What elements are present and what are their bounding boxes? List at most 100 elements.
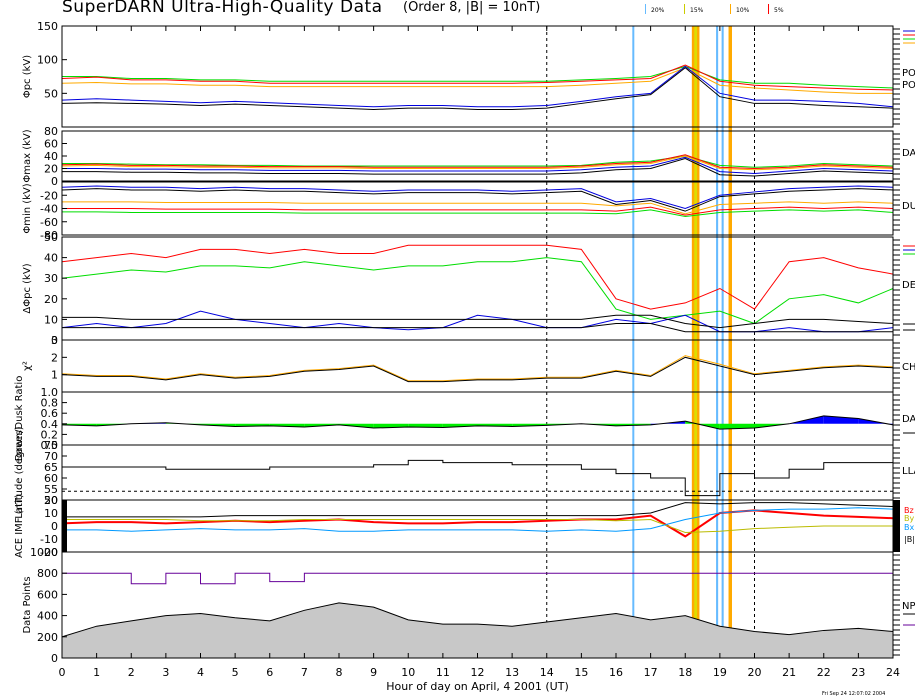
y-axis-label: Φpc (kV) [22,55,33,98]
panel-2: -20-40-60-80Φmin (kV) [22,181,900,242]
panel-frame [61,130,894,182]
series-black [62,459,893,497]
panel-frame [61,499,894,553]
y-tick-label: 50 [44,231,58,244]
highlight-band [721,26,724,658]
right-label: DE [902,280,915,291]
panel-frame [61,25,894,128]
x-tick-label: 12 [471,666,485,679]
x-tick-label: 22 [817,666,831,679]
x-tick-label: 2 [128,666,135,679]
y-tick-label: 200 [37,631,58,644]
x-tick-label: 7 [301,666,308,679]
imf-right-block [893,500,900,552]
x-tick-label: 11 [436,666,450,679]
panel-frame [61,444,894,501]
right-label: DAY [902,148,915,159]
x-tick-label: 23 [851,666,865,679]
y-tick-label: 1000 [30,546,58,559]
series-blue [61,185,894,210]
y-tick-label: 0 [51,520,58,533]
y-axis-label: ΔΦpc (kV) [22,263,33,313]
series-red [61,244,894,310]
highlight-band [716,26,719,658]
y-tick-label: 10 [44,507,58,520]
y-axis-label: Data Points [22,576,33,633]
series-black [61,415,894,430]
highlight-band [632,26,635,658]
x-tick-label: 6 [266,666,273,679]
y-tick-label: 0 [51,652,58,665]
x-tick-label: 14 [540,666,554,679]
panel-8: 1000 800 600 400 200 0 Data Points [22,546,900,665]
y-tick-label: -20 [40,189,58,202]
right-label: |B| [904,535,915,544]
y-axis-label: ACE IMF (nT) [14,494,25,558]
x-tick-label: 13 [505,666,519,679]
panel-7: 20100-10-20ACE IMF (nT) [14,494,900,559]
y-tick-label: -10 [40,533,58,546]
x-tick-label: 1 [93,666,100,679]
y-tick-label: 40 [44,150,58,163]
x-tick-label: 24 [886,666,900,679]
series-Bz [61,509,894,538]
panel-frame [61,339,894,393]
right-label: Bx [904,523,914,532]
x-tick-label: 5 [232,666,239,679]
panel-6: 757065605550Latitude (degrees) [14,426,900,519]
x-tick-label: 15 [574,666,588,679]
panel-3: 50403020100ΔΦpc (kV) [22,231,900,347]
y-tick-label: 3 [51,334,58,347]
panel-4: 3 2 1 χ² [22,334,900,393]
right-label: By [904,514,914,523]
y-tick-label: 100 [37,54,58,67]
series-black-upper [62,314,894,329]
x-tick-label: 0 [59,666,66,679]
highlight-band [728,26,732,658]
y-tick-label: 20 [44,494,58,507]
y-tick-label: 1 [51,369,58,382]
x-tick-label: 9 [370,666,377,679]
y-tick-label: 50 [44,87,58,100]
x-tick-label: 21 [782,666,796,679]
series-black [61,356,894,383]
highlight-band [694,26,698,658]
x-axis-label: Hour of day on April, 4 2001 (UT) [386,680,569,693]
y-tick-label: 0 [51,175,58,188]
y-tick-label: 20 [44,163,58,176]
x-tick-label: 4 [197,666,204,679]
panel-5: 1.00.80.60.40.20.0Dawn/Dusk Ratio [14,376,900,461]
right-label: NP [902,601,915,612]
y-tick-label: 10 [44,313,58,326]
y-tick-label: 600 [37,588,58,601]
y-tick-label: 150 [37,20,58,33]
x-tick-label: 16 [609,666,623,679]
chart-canvas: 15010050Φpc (kV)806040200Φmax (kV)-20-40… [14,20,915,693]
x-tick-label: 18 [678,666,692,679]
imf-left-block [62,500,67,552]
y-tick-label: 80 [44,125,58,138]
right-label: PO [902,80,915,91]
panel-0: 150 100 50 Φpc (kV) [22,20,900,128]
right-label: DAY [902,414,915,425]
x-tick-label: 3 [162,666,169,679]
y-tick-label: 30 [44,272,58,285]
y-tick-label: -40 [40,203,58,216]
y-tick-label: 400 [37,610,58,623]
right-label: LLA [902,466,915,477]
x-tick-label: 20 [748,666,762,679]
y-tick-label: -60 [40,216,58,229]
series-radars [62,572,893,585]
x-tick-label: 10 [401,666,415,679]
y-tick-label: 20 [44,293,58,306]
x-tick-label: 19 [713,666,727,679]
right-label: PO [902,68,915,79]
right-label: DU [902,201,915,212]
x-tick-label: 8 [336,666,343,679]
y-axis-label: χ² [22,361,33,371]
panel-frame [61,391,894,446]
y-tick-label: 60 [44,138,58,151]
y-tick-label: 2 [51,351,58,364]
series-red [62,206,894,216]
panel-1: 806040200 Φmax (kV) [22,125,900,188]
